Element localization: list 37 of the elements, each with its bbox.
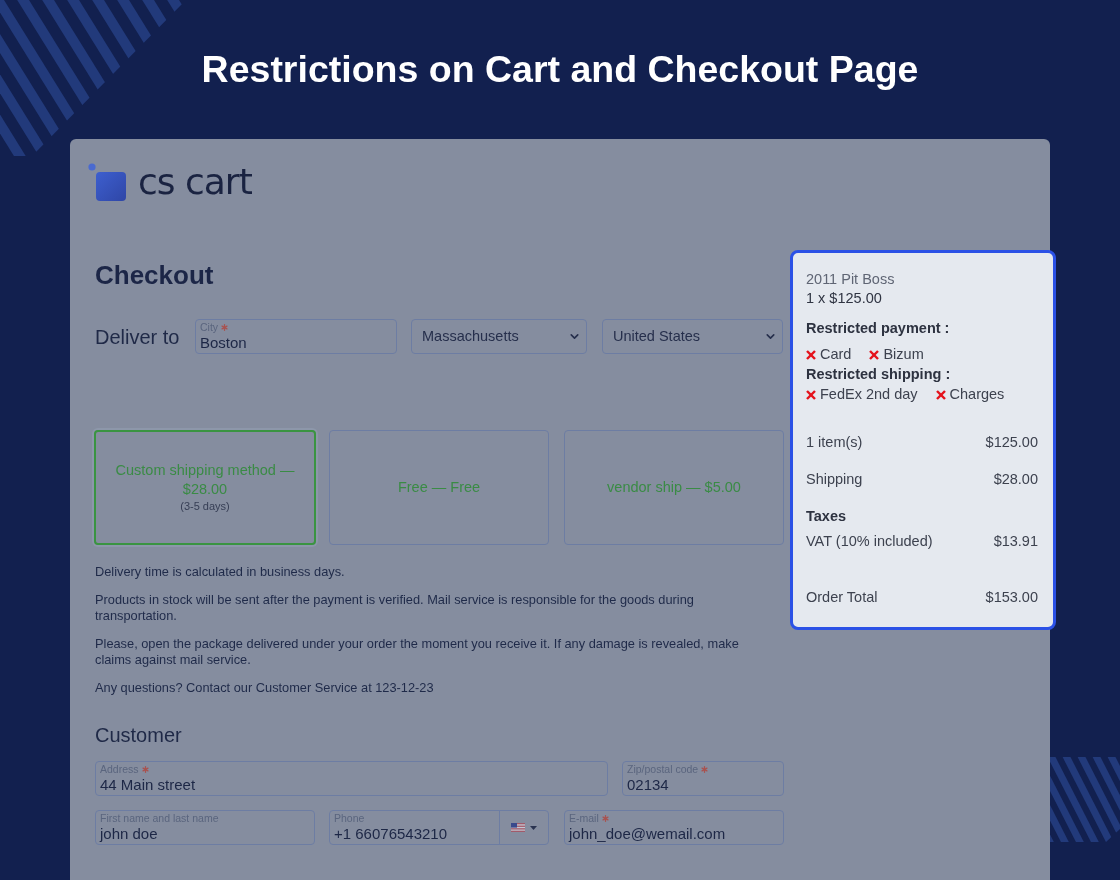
order-total-amount: $153.00 <box>985 588 1038 607</box>
logo-text: cs cart <box>138 162 252 202</box>
delivery-note: Products in stock will be sent after the payment is verified. Mail service is responsible for the goods during transportation. <box>95 591 695 625</box>
shipping-option-card[interactable]: Custom shipping method — $28.00 (3-5 days) <box>94 430 316 545</box>
summary-amount: $28.00 <box>993 470 1038 489</box>
restriction-heading: Restricted payment : <box>806 319 951 338</box>
country-select[interactable]: United States <box>602 319 783 354</box>
product-name: 2011 Pit Boss <box>806 270 896 289</box>
delivery-note: Please, open the package delivered under your order the moment you receive it. If any damage is revealed, make claims against mail service. <box>95 635 740 669</box>
customer-heading: Customer <box>95 723 183 748</box>
restricted-method: Card <box>820 345 852 364</box>
summary-label: 1 item(s) <box>806 433 863 452</box>
cross-icon <box>869 349 880 360</box>
delivery-note: Any questions? Contact our Customer Service at 123-12-23 <box>95 679 435 696</box>
order-total-label: Order Total <box>806 588 878 607</box>
summary-label: VAT (10% included) <box>806 532 933 551</box>
product-quantity-price: 1 x $125.00 <box>806 289 883 308</box>
restricted-method: FedEx 2nd day <box>820 385 918 404</box>
summary-label: Shipping <box>806 470 863 489</box>
delivery-time-note: (3-5 days) <box>180 499 230 514</box>
caret-icon <box>530 825 537 830</box>
restricted-method: Bizum <box>883 345 924 364</box>
summary-amount: $13.91 <box>993 532 1038 551</box>
restriction-heading: Restricted shipping : <box>806 365 952 384</box>
restricted-method: Charges <box>949 385 1005 404</box>
logo-icon <box>88 163 128 201</box>
cross-icon <box>806 349 816 360</box>
flag-icon <box>511 823 525 832</box>
cross-icon <box>935 389 946 400</box>
page-title: Restrictions on Cart and Checkout Page <box>201 50 919 89</box>
taxes-heading: Taxes <box>806 507 848 526</box>
checkout-heading: Checkout <box>95 259 215 291</box>
delivery-note: Delivery time is calculated in business days. <box>95 564 346 581</box>
summary-amount: $125.00 <box>985 433 1038 452</box>
cross-icon <box>806 389 816 400</box>
deliver-to-label: Deliver to <box>95 324 181 350</box>
state-select[interactable]: Massachusetts <box>411 319 587 354</box>
